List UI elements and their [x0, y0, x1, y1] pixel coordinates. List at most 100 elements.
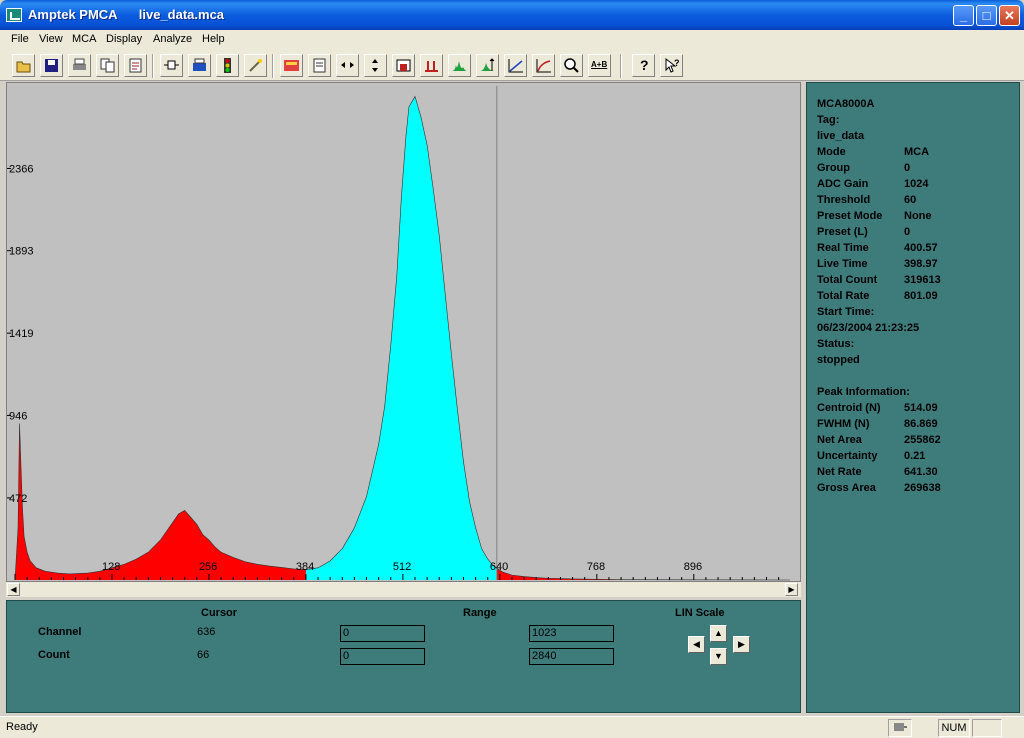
autoscale-icon[interactable]	[476, 54, 499, 77]
num-lock-indicator: NUM	[938, 719, 970, 737]
spectrum-icon[interactable]	[448, 54, 471, 77]
connect-icon[interactable]	[160, 54, 183, 77]
help-icon[interactable]: ?	[632, 54, 655, 77]
open-icon[interactable]	[12, 54, 35, 77]
menu-mca[interactable]: MCA	[72, 33, 96, 45]
setting-value: 319613	[904, 274, 941, 286]
scale-right-icon[interactable]: ▶	[733, 636, 750, 653]
properties-icon[interactable]	[308, 54, 331, 77]
print-icon[interactable]	[68, 54, 91, 77]
vertical-zoom-icon[interactable]	[364, 54, 387, 77]
connection-icon	[888, 719, 912, 737]
copy-icon[interactable]	[96, 54, 119, 77]
count-label: Count	[38, 649, 70, 661]
a-plus-b-icon[interactable]: A+B	[588, 54, 611, 77]
range-count-max-field[interactable]: 2840	[529, 648, 614, 665]
log-graph-icon[interactable]	[532, 54, 555, 77]
minimize-button[interactable]: _	[953, 5, 974, 26]
menu-view[interactable]: View	[39, 33, 63, 45]
scale-down-icon[interactable]: ▼	[710, 648, 727, 665]
linear-graph-icon[interactable]	[504, 54, 527, 77]
setting-label: Mode	[817, 146, 846, 158]
setting-value: 60	[904, 194, 917, 206]
peak-info-value: 269638	[904, 482, 941, 494]
range-channel-min-field[interactable]: 0	[340, 625, 425, 642]
background-area-left	[15, 423, 306, 580]
tag-label: Tag:	[817, 114, 840, 126]
channel-label: Channel	[38, 626, 82, 638]
help-label: ?	[640, 57, 649, 73]
setting-value: 801.09	[904, 290, 938, 302]
wand-icon[interactable]	[244, 54, 267, 77]
svg-text:?: ?	[674, 58, 680, 68]
peak-markers-icon[interactable]	[420, 54, 443, 77]
menu-display[interactable]: Display	[106, 33, 142, 45]
scale-up-icon[interactable]: ▲	[710, 625, 727, 642]
peak-info-label: Centroid (N)	[817, 402, 881, 414]
peak-info-label: FWHM (N)	[817, 418, 870, 430]
setting-value: 400.57	[904, 242, 938, 254]
setting-value: None	[904, 210, 932, 222]
setting-value: 1024	[904, 178, 929, 190]
roi-area	[305, 96, 497, 581]
setting-value: 0	[904, 162, 911, 174]
x-tick-label: 256	[199, 561, 217, 573]
setting-label: Group	[817, 162, 850, 174]
peak-info-value: 514.09	[904, 402, 938, 414]
menu-file[interactable]: File	[11, 33, 29, 45]
horizontal-zoom-icon[interactable]	[336, 54, 359, 77]
printer-setup-icon[interactable]	[188, 54, 211, 77]
report-icon[interactable]	[124, 54, 147, 77]
setting-label: Preset Mode	[817, 210, 883, 222]
save-icon[interactable]	[40, 54, 63, 77]
setting-label: Live Time	[817, 258, 868, 270]
start-time-value: 06/23/2004 21:23:25	[817, 322, 920, 334]
horizontal-scrollbar[interactable]: ◀ ▶	[6, 581, 801, 597]
x-tick-label: 896	[684, 561, 702, 573]
close-button[interactable]: ✕	[999, 5, 1020, 26]
scale-left-icon[interactable]: ◀	[688, 636, 705, 653]
setting-label: Threshold	[817, 194, 871, 206]
app-icon[interactable]	[6, 8, 22, 22]
status-text: Ready	[6, 721, 38, 733]
peak-info-value: 0.21	[904, 450, 926, 462]
setting-label: ADC Gain	[817, 178, 869, 190]
status-bar: Ready NUM	[0, 716, 1024, 738]
setting-label: Real Time	[817, 242, 869, 254]
spectrum-plot[interactable]: 472 946 1419 1893 2366 128 256 384 512 640 768 896	[6, 82, 801, 597]
scroll-left-icon[interactable]: ◀	[7, 583, 20, 596]
scroll-lock-indicator	[972, 719, 1002, 737]
setting-label: Preset (L)	[817, 226, 868, 238]
info-panel: MCA8000A Tag: live_data Mode MCA Group 0 ADC…	[806, 82, 1020, 713]
title-bar: Amptek PMCA live_data.mca _ □ ✕	[0, 0, 1024, 30]
range-header: Range	[463, 607, 497, 619]
setting-value: MCA	[904, 146, 930, 158]
search-icon[interactable]	[560, 54, 583, 77]
y-tick-label: 946	[9, 410, 27, 422]
y-tick-label: 1893	[9, 246, 33, 258]
status-label: Status:	[817, 338, 855, 350]
y-tick-label: 1419	[9, 328, 33, 340]
color-icon[interactable]	[280, 54, 303, 77]
cursor-channel-value: 636	[197, 626, 216, 638]
peak-info-label: Gross Area	[817, 482, 876, 494]
peak-info-value: 255862	[904, 434, 941, 446]
range-count-min-field[interactable]: 0	[340, 648, 425, 665]
peak-info-label: Net Rate	[817, 466, 862, 478]
app-title: Amptek PMCA	[28, 7, 118, 22]
range-channel-max-field[interactable]: 1023	[529, 625, 614, 642]
maximize-button[interactable]: □	[976, 5, 997, 26]
roi-box-icon[interactable]	[392, 54, 415, 77]
scroll-right-icon[interactable]: ▶	[785, 583, 798, 596]
menu-analyze[interactable]: Analyze	[153, 33, 192, 45]
cursor-header: Cursor	[201, 607, 238, 619]
context-help-icon[interactable]: ?	[660, 54, 683, 77]
menu-help[interactable]: Help	[202, 33, 225, 45]
x-tick-label: 768	[587, 561, 605, 573]
spectrum-chart[interactable]: 472 946 1419 1893 2366 128 256 384 512 640 768 896	[7, 83, 800, 581]
traffic-light-icon[interactable]	[216, 54, 239, 77]
status-value: stopped	[817, 354, 860, 366]
y-tick-label: 472	[9, 493, 27, 505]
setting-value: 398.97	[904, 258, 938, 270]
x-tick-label: 384	[296, 561, 314, 573]
